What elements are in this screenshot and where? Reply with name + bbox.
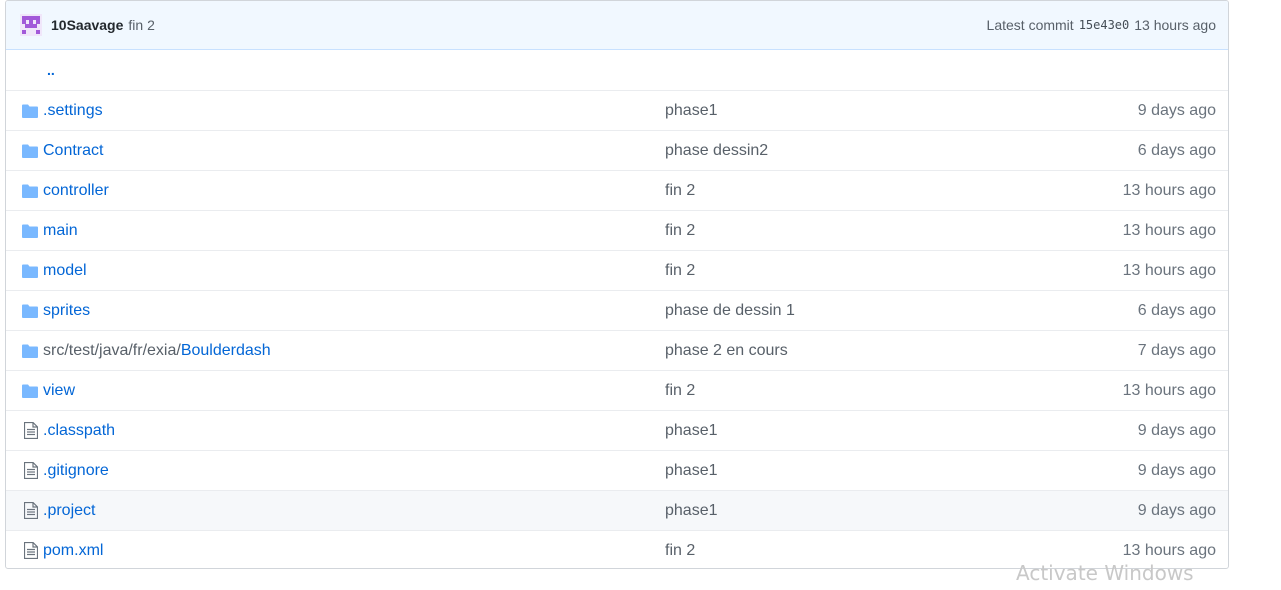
file-name[interactable]: .gitignore: [43, 462, 109, 479]
commit-age: 13 hours ago: [1122, 541, 1216, 559]
avatar[interactable]: [20, 14, 42, 36]
folder-icon: [6, 224, 43, 238]
file-row[interactable]: view fin 2 13 hours ago: [6, 370, 1228, 410]
file-row[interactable]: .gitignore phase1 9 days ago: [6, 450, 1228, 490]
file-name[interactable]: .settings: [43, 102, 103, 119]
file-name-link[interactable]: .project: [43, 502, 665, 520]
file-name[interactable]: sprites: [43, 302, 90, 319]
folder-icon: [6, 304, 43, 318]
commit-age: 9 days ago: [1137, 421, 1216, 439]
file-row[interactable]: .project phase1 9 days ago: [6, 490, 1228, 530]
commit-age: 13 hours ago: [1122, 181, 1216, 199]
file-row[interactable]: main fin 2 13 hours ago: [6, 210, 1228, 250]
file-name[interactable]: model: [43, 262, 87, 279]
file-row[interactable]: Contract phase dessin2 6 days ago: [6, 130, 1228, 170]
commit-age: 13 hours ago: [1122, 261, 1216, 279]
file-name[interactable]: .classpath: [43, 422, 115, 439]
commit-age: 6 days ago: [1137, 301, 1216, 319]
commit-message-link[interactable]: fin 2: [665, 182, 695, 200]
commit-message-link[interactable]: fin 2: [665, 222, 695, 240]
file-row[interactable]: src/test/java/fr/exia/Boulderdash phase 2…: [6, 330, 1228, 370]
latest-commit-info: Latest commit 15e43e0 13 hours ago: [987, 17, 1216, 33]
commit-age: 13 hours ago: [1122, 221, 1216, 239]
file-icon: [6, 422, 43, 439]
commit-age: 9 days ago: [1137, 461, 1216, 479]
folder-icon: [6, 344, 43, 358]
activate-windows-watermark: Activate Windows: [1016, 561, 1194, 585]
commit-message-link[interactable]: phase dessin2: [665, 142, 768, 160]
commit-message-link[interactable]: phase1: [665, 462, 718, 480]
file-list: 10Saavage fin 2 Latest commit 15e43e0 13…: [5, 0, 1229, 569]
file-name[interactable]: Boulderdash: [181, 342, 271, 359]
commit-age: 9 days ago: [1137, 101, 1216, 119]
commit-message-link[interactable]: phase 2 en cours: [665, 342, 788, 360]
commit-message-link[interactable]: phase1: [665, 102, 718, 120]
commit-sha-link[interactable]: 15e43e0: [1079, 18, 1130, 32]
file-row[interactable]: controller fin 2 13 hours ago: [6, 170, 1228, 210]
latest-commit-bar: 10Saavage fin 2 Latest commit 15e43e0 13…: [6, 1, 1228, 50]
folder-icon: [6, 264, 43, 278]
file-name[interactable]: controller: [43, 182, 109, 199]
commit-author-link[interactable]: 10Saavage: [51, 17, 123, 33]
file-row[interactable]: .classpath phase1 9 days ago: [6, 410, 1228, 450]
file-name-link[interactable]: pom.xml: [43, 542, 665, 560]
file-name-link[interactable]: main: [43, 222, 665, 240]
parent-directory-link[interactable]: ..: [6, 62, 55, 78]
file-name[interactable]: Contract: [43, 142, 103, 159]
latest-commit-label: Latest commit: [986, 17, 1074, 33]
path-prefix: src/test/java/fr/exia/: [43, 341, 181, 359]
file-name-link[interactable]: view: [43, 382, 665, 400]
file-name[interactable]: .project: [43, 502, 95, 519]
commit-age: 6 days ago: [1137, 141, 1216, 159]
commit-message-link[interactable]: fin 2: [128, 17, 154, 33]
commit-message-link[interactable]: phase de dessin 1: [665, 302, 795, 320]
folder-icon: [6, 384, 43, 398]
file-icon: [6, 502, 43, 519]
file-name-link[interactable]: .gitignore: [43, 462, 665, 480]
file-name-link[interactable]: Contract: [43, 142, 665, 160]
folder-icon: [6, 184, 43, 198]
file-name-link[interactable]: sprites: [43, 302, 665, 320]
commit-message-link[interactable]: fin 2: [665, 542, 695, 560]
file-icon: [6, 542, 43, 559]
file-name-link[interactable]: .classpath: [43, 422, 665, 440]
commit-message-link[interactable]: fin 2: [665, 262, 695, 280]
commit-age: 7 days ago: [1137, 341, 1216, 359]
file-name-link[interactable]: model: [43, 262, 665, 280]
commit-message-link[interactable]: phase1: [665, 422, 718, 440]
file-name-link[interactable]: controller: [43, 182, 665, 200]
commit-age: 9 days ago: [1137, 501, 1216, 519]
commit-message-link[interactable]: fin 2: [665, 382, 695, 400]
file-row[interactable]: .settings phase1 9 days ago: [6, 90, 1228, 130]
file-name-link[interactable]: src/test/java/fr/exia/Boulderdash: [43, 342, 665, 360]
commit-age: 13 hours ago: [1134, 17, 1216, 33]
file-row[interactable]: model fin 2 13 hours ago: [6, 250, 1228, 290]
commit-age: 13 hours ago: [1122, 381, 1216, 399]
file-name[interactable]: view: [43, 382, 75, 399]
file-name[interactable]: main: [43, 222, 78, 239]
file-name[interactable]: pom.xml: [43, 542, 103, 559]
folder-icon: [6, 144, 43, 158]
parent-directory-row[interactable]: ..: [6, 50, 1228, 90]
file-icon: [6, 462, 43, 479]
folder-icon: [6, 104, 43, 118]
file-row[interactable]: sprites phase de dessin 1 6 days ago: [6, 290, 1228, 330]
commit-message-link[interactable]: phase1: [665, 502, 718, 520]
file-name-link[interactable]: .settings: [43, 102, 665, 120]
